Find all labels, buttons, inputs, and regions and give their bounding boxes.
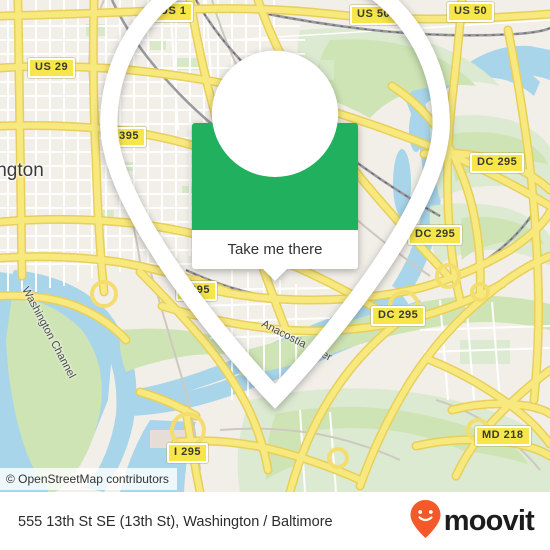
map-pin-icon <box>0 0 550 423</box>
bottom-info-bar: 555 13th St SE (13th St), Washington / B… <box>0 492 550 550</box>
osm-attribution[interactable]: © OpenStreetMap contributors <box>0 468 177 490</box>
location-popup-card[interactable]: Take me there <box>100 0 450 409</box>
address-label: 555 13th St SE (13th St), Washington / B… <box>18 513 333 530</box>
popup-pointer <box>263 269 287 281</box>
map-screen: ington Washington Channel Anacostia Rive… <box>0 0 550 550</box>
popup-pin-area <box>100 0 450 409</box>
moovit-brand: moovit <box>409 499 535 544</box>
map-canvas[interactable]: ington Washington Channel Anacostia Rive… <box>0 0 550 492</box>
road-shield-md-218: MD 218 <box>475 426 531 446</box>
moovit-pin-smiley-icon <box>409 499 442 544</box>
road-shield-i-295: I 295 <box>167 443 208 463</box>
take-me-there-label: Take me there <box>227 241 323 258</box>
moovit-wordmark: moovit <box>443 505 535 537</box>
